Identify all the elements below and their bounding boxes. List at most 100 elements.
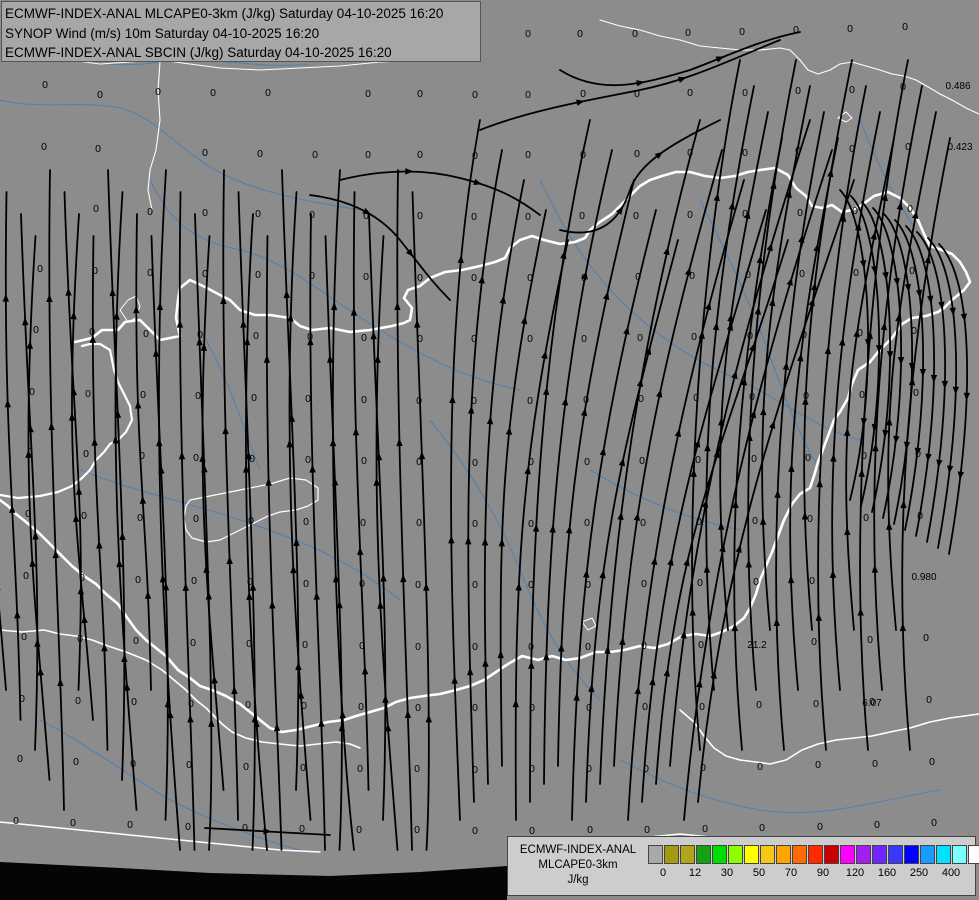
legend-swatch [824, 845, 839, 864]
cape-value-label: 0 [795, 85, 801, 97]
cape-value-label: 0 [911, 325, 917, 337]
cape-value-label: 0 [863, 512, 869, 524]
cape-value-label: 0 [246, 638, 252, 650]
cape-value-label: 0 [585, 579, 591, 591]
cape-value-label: 0 [528, 579, 534, 591]
cape-value-label: 0 [415, 641, 421, 653]
legend-swatch [760, 845, 775, 864]
cape-value-label: 0 [472, 641, 478, 653]
cape-value-label: 0 [639, 455, 645, 467]
cape-value-label: 0 [193, 513, 199, 525]
cape-value-label: 0 [849, 143, 855, 155]
cape-value-label: 0 [360, 517, 366, 529]
legend-swatch [952, 845, 967, 864]
cape-value-label: 0 [525, 211, 531, 223]
cape-value-label: 0 [92, 265, 98, 277]
cape-value-label: 0 [248, 515, 254, 527]
cape-value-label: 0 [739, 26, 745, 38]
cape-nonzero-label: 0.423 [947, 142, 972, 153]
cape-value-label: 0 [85, 388, 91, 400]
cape-value-label: 0 [527, 272, 533, 284]
cape-value-label: 0 [913, 387, 919, 399]
cape-value-label: 0 [25, 508, 31, 520]
cape-value-label: 0 [693, 392, 699, 404]
cape-value-label: 0 [907, 203, 913, 215]
cape-value-label: 0 [691, 331, 697, 343]
cape-value-label: 0 [817, 821, 823, 833]
legend-swatch [744, 845, 759, 864]
cape-value-label: 0 [147, 267, 153, 279]
color-scale-legend: ECMWF-INDEX-ANAL MLCAPE0-3km J/kg 0 12 30 5… [507, 836, 979, 896]
cape-value-label: 0 [797, 207, 803, 219]
cape-value-label: 0 [359, 640, 365, 652]
cape-value-label: 0 [685, 27, 691, 39]
cape-value-label: 0 [525, 89, 531, 101]
cape-value-label: 0 [127, 819, 133, 831]
legend-parameter: MLCAPE0-3km [538, 859, 618, 871]
legend-tick-label: 160 [877, 867, 897, 879]
cape-value-label: 0 [867, 634, 873, 646]
cape-value-label: 0 [872, 758, 878, 770]
cape-value-label: 0 [852, 205, 858, 217]
cape-value-label: 0 [643, 763, 649, 775]
cape-value-label: 0 [95, 143, 101, 155]
cape-value-label: 0 [471, 211, 477, 223]
cape-value-label: 0 [795, 145, 801, 157]
cape-value-label: 0 [756, 699, 762, 711]
cape-value-label: 0 [29, 386, 35, 398]
cape-value-label: 0 [472, 764, 478, 776]
cape-value-label: 0 [19, 693, 25, 705]
cape-value-label: 0 [635, 271, 641, 283]
legend-swatch [792, 845, 807, 864]
legend-tick-label: 50 [752, 867, 766, 879]
cape-value-label: 0 [753, 576, 759, 588]
cape-value-label: 0 [759, 822, 765, 834]
cape-value-label: 0 [416, 517, 422, 529]
cape-value-label: 0 [202, 268, 208, 280]
cape-value-label: 0 [415, 579, 421, 591]
cape-value-label: 0 [312, 149, 318, 161]
cape-value-label: 0 [917, 510, 923, 522]
cape-value-label: 0 [687, 209, 693, 221]
cape-value-label: 0 [416, 395, 422, 407]
cape-value-label: 0 [417, 333, 423, 345]
cape-value-label: 0 [472, 518, 478, 530]
cape-value-label: 0 [805, 452, 811, 464]
cape-value-label: 0 [527, 395, 533, 407]
cape-value-label: 0 [139, 450, 145, 462]
cape-value-label: 0 [359, 578, 365, 590]
cape-value-label: 0 [931, 817, 937, 829]
cape-value-label: 0 [265, 87, 271, 99]
cape-value-label: 0 [696, 516, 702, 528]
legend-swatch [888, 845, 903, 864]
cape-value-label: 0 [21, 631, 27, 643]
cape-value-label: 0 [849, 84, 855, 96]
cape-value-label: 0 [33, 324, 39, 336]
cape-value-label: 0 [309, 270, 315, 282]
cape-value-label: 0 [584, 456, 590, 468]
cape-value-label: 0 [41, 141, 47, 153]
legend-source: ECMWF-INDEX-ANAL [519, 844, 637, 856]
cape-value-label: 0 [133, 635, 139, 647]
cape-value-label: 0 [528, 456, 534, 468]
cape-value-label: 0 [579, 210, 585, 222]
legend-swatch [728, 845, 743, 864]
cape-value-label: 0 [742, 208, 748, 220]
cape-value-label: 0 [742, 87, 748, 99]
cape-value-label: 0 [79, 572, 85, 584]
cape-value-label: 0 [472, 702, 478, 714]
cape-value-label: 0 [632, 28, 638, 40]
cape-value-label: 0 [191, 575, 197, 587]
cape-value-label: 0 [242, 822, 248, 834]
cape-value-label: 0 [909, 265, 915, 277]
cape-value-label: 0 [365, 149, 371, 161]
cape-value-label: 0 [363, 271, 369, 283]
cape-value-label: 0 [853, 267, 859, 279]
map-canvas[interactable]: 0 0 0 0 0 0 0 0 0 0 0 0 0 0 0 0 0 0 0 0 0 0 0 0 0 0 0 0 0 0 0 0 0 0 0 0 0 0 0 0… [0, 0, 979, 900]
cape-value-label: 0 [83, 448, 89, 460]
legend-title: ECMWF-INDEX-ANAL MLCAPE0-3km J/kg [512, 843, 644, 888]
cape-value-label: 0 [749, 391, 755, 403]
cape-value-label: 0 [197, 329, 203, 341]
legend-tick-label: 90 [816, 867, 830, 879]
cape-value-label: 0 [699, 701, 705, 713]
